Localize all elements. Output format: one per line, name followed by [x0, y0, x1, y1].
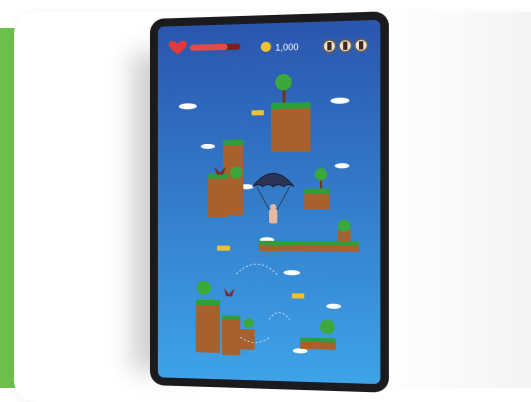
menu-button[interactable] [355, 39, 368, 52]
coin-count: 1,000 [275, 42, 298, 53]
settings-icon [327, 42, 331, 50]
platform-bridge [259, 241, 359, 252]
tablet-mockup: 1,000 [148, 9, 391, 395]
pause-icon [343, 42, 347, 50]
card-fade [380, 12, 531, 388]
menu-icon [359, 41, 363, 49]
pause-button[interactable] [339, 39, 352, 52]
game-screen: 1,000 [158, 20, 380, 384]
settings-button[interactable] [323, 40, 336, 53]
